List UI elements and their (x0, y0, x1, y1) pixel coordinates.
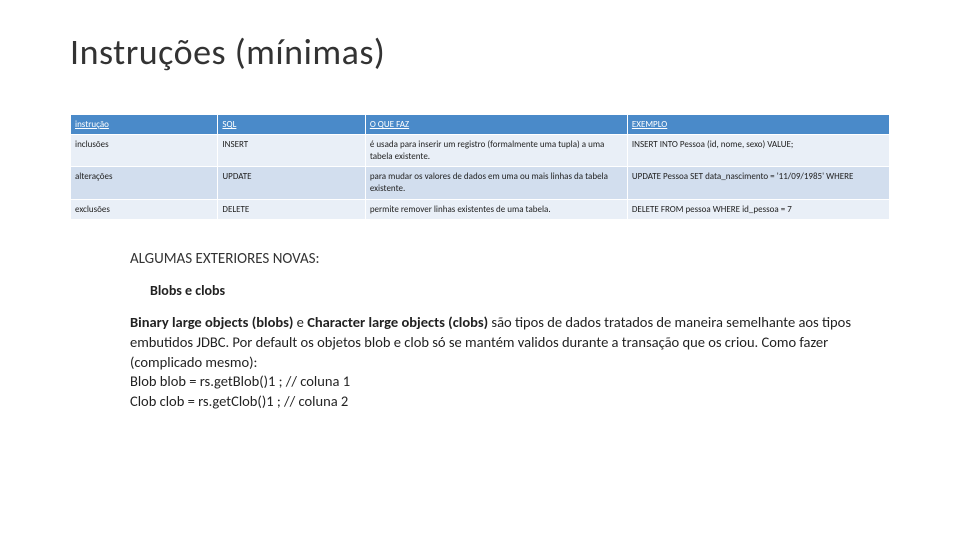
code-line-clob: Clob clob = rs.getClob()1 ; // coluna 2 (130, 392, 348, 410)
table-row: inclusões INSERT é usada para inserir um… (71, 135, 890, 167)
body-paragraph: Binary large objects (blobs) e Character… (130, 313, 890, 411)
text-mid: e (293, 313, 307, 331)
table-row: alterações UPDATE para mudar os valores … (71, 167, 890, 199)
cell-instrucao: exclusões (71, 199, 218, 220)
cell-exemplo: INSERT INTO Pessoa (id, nome, sexo) VALU… (627, 135, 889, 167)
cell-sql: INSERT (218, 135, 365, 167)
cell-exemplo: DELETE FROM pessoa WHERE id_pessoa = 7 (627, 199, 889, 220)
cell-instrucao: alterações (71, 167, 218, 199)
bold-clobs: Character large objects (clobs) (307, 313, 488, 331)
cell-oquefaz: para mudar os valores de dados em uma ou… (365, 167, 627, 199)
cell-exemplo: UPDATE Pessoa SET data_nascimento = '11/… (627, 167, 889, 199)
cell-oquefaz: é usada para inserir um registro (formal… (365, 135, 627, 167)
cell-oquefaz: permite remover linhas existentes de uma… (365, 199, 627, 220)
table-row: exclusões DELETE permite remover linhas … (71, 199, 890, 220)
bold-blobs: Binary large objects (blobs) (130, 313, 293, 331)
slide: Instruções (mínimas) instrução SQL O QUE… (0, 0, 960, 411)
page-title: Instruções (mínimas) (70, 30, 890, 74)
cell-sql: DELETE (218, 199, 365, 220)
code-line-blob: Blob blob = rs.getBlob()1 ; // coluna 1 (130, 372, 350, 390)
sql-instructions-table: instrução SQL O QUE FAZ EXEMPLO inclusõe… (70, 114, 890, 220)
th-exemplo: EXEMPLO (627, 115, 889, 135)
cell-instrucao: inclusões (71, 135, 218, 167)
table-header-row: instrução SQL O QUE FAZ EXEMPLO (71, 115, 890, 135)
th-oquefaz: O QUE FAZ (365, 115, 627, 135)
th-sql: SQL (218, 115, 365, 135)
th-instrucao: instrução (71, 115, 218, 135)
section-heading-exteriores: ALGUMAS EXTERIORES NOVAS: (130, 250, 890, 268)
section-heading-blobs: Blobs e clobs (150, 282, 890, 299)
cell-sql: UPDATE (218, 167, 365, 199)
